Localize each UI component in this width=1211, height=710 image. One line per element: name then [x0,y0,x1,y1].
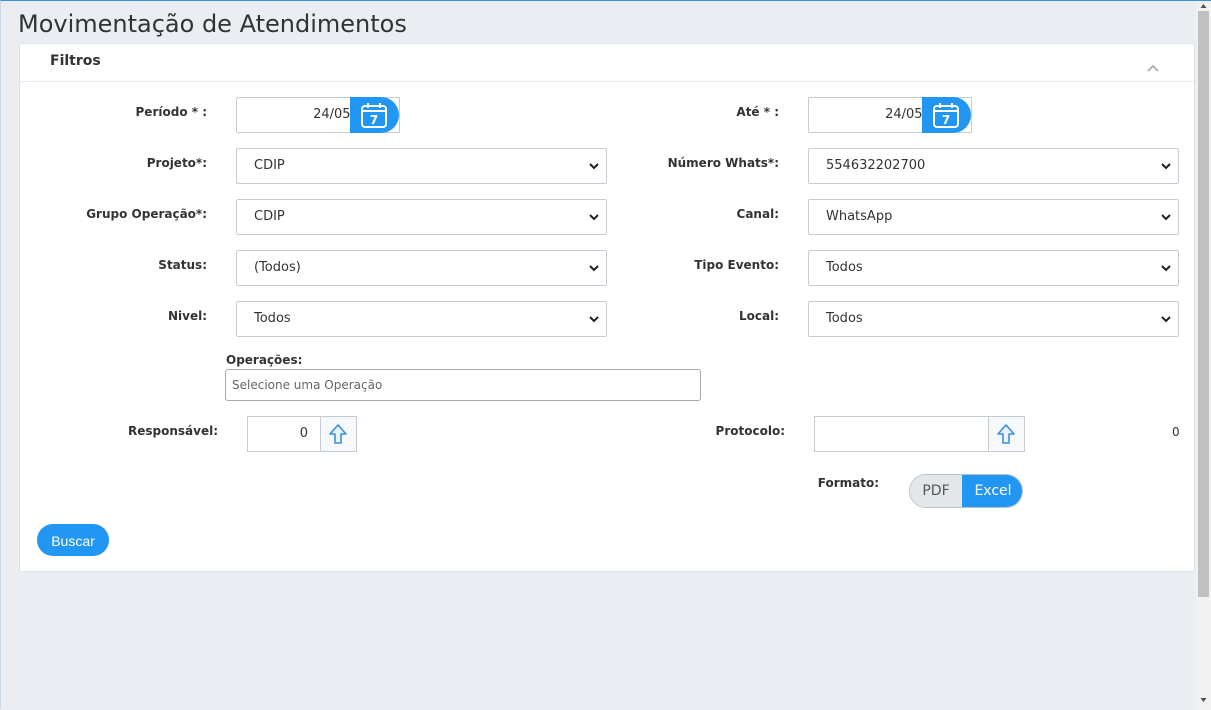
svg-text:7: 7 [370,113,378,127]
scroll-down-icon[interactable] [1200,697,1207,703]
chevron-down-icon [589,214,599,221]
canal-label: Canal: [736,207,779,221]
operacoes-label: Operações: [226,353,303,367]
scroll-up-icon[interactable] [1200,3,1207,9]
scrollbar-thumb[interactable] [1198,11,1209,597]
status-select[interactable]: (Todos) [236,250,607,286]
numero-whats-value: 554632202700 [826,158,926,173]
buscar-button[interactable]: Buscar [37,524,109,556]
chevron-up-icon[interactable] [1146,58,1160,72]
filters-panel-header: Filtros [20,44,1194,82]
tipo-evento-value: Todos [826,260,863,275]
arrow-up-icon [329,424,347,444]
responsavel-label: Responsável: [127,424,218,438]
projeto-value: CDIP [254,158,285,173]
operacoes-input[interactable]: Selecione uma Operação [225,369,701,401]
arrow-up-icon [997,424,1015,444]
chevron-down-icon [1161,316,1171,323]
ate-calendar-button[interactable]: 7 [922,97,971,133]
formato-option-pdf[interactable]: PDF [910,475,962,507]
grupo-operacao-value: CDIP [254,209,285,224]
projeto-label: Projeto*: [146,156,207,170]
protocolo-input[interactable] [814,416,989,452]
protocolo-label: Protocolo: [715,424,785,438]
grupo-operacao-select[interactable]: CDIP [236,199,607,235]
chevron-down-icon [1161,163,1171,170]
nivel-label: Nivel: [167,309,207,323]
responsavel-upload-button[interactable] [321,416,357,452]
chevron-down-icon [589,265,599,272]
periodo-calendar-button[interactable]: 7 [350,97,399,133]
numero-whats-select[interactable]: 554632202700 [808,148,1179,184]
chevron-down-icon [1161,214,1171,221]
svg-text:7: 7 [942,113,950,127]
tipo-evento-select[interactable]: Todos [808,250,1179,286]
filters-panel: Filtros Período * : 24/05/2022 7 Até * :… [19,43,1195,572]
nivel-value: Todos [254,311,291,326]
chevron-down-icon [1161,265,1171,272]
calendar-icon: 7 [933,103,959,128]
ate-label: Até * : [736,105,779,119]
protocolo-count: 0 [1172,425,1180,439]
canal-select[interactable]: WhatsApp [808,199,1179,235]
page-title: Movimentação de Atendimentos [18,10,407,38]
numero-whats-label: Número Whats*: [667,156,779,170]
formato-toggle: PDF Excel [909,474,1023,508]
periodo-label: Período * : [135,105,207,119]
status-value: (Todos) [254,260,301,275]
protocolo-upload-button[interactable] [989,416,1025,452]
formato-label: Formato: [817,476,879,490]
chevron-down-icon [589,316,599,323]
chevron-down-icon [589,163,599,170]
vertical-scrollbar[interactable] [1196,1,1211,710]
local-label: Local: [738,309,779,323]
canal-value: WhatsApp [826,209,893,224]
projeto-select[interactable]: CDIP [236,148,607,184]
local-value: Todos [826,311,863,326]
grupo-operacao-label: Grupo Operação*: [86,207,207,221]
local-select[interactable]: Todos [808,301,1179,337]
calendar-icon: 7 [361,103,387,128]
formato-option-excel[interactable]: Excel [962,475,1022,507]
nivel-select[interactable]: Todos [236,301,607,337]
tipo-evento-label: Tipo Evento: [694,258,779,272]
filters-title: Filtros [50,53,101,69]
status-label: Status: [158,258,207,272]
responsavel-input[interactable]: 0 [247,416,321,452]
